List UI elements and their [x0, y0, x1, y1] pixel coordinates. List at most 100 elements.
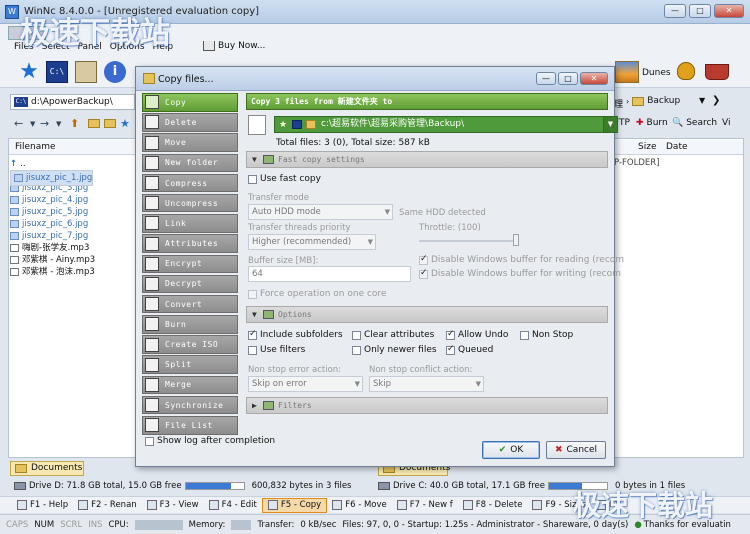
clipboard-icon[interactable]: [75, 61, 97, 83]
threads-select[interactable]: Higher (recommended) ▼: [248, 234, 376, 250]
file-row[interactable]: 嗨剧-张学友.mp3: [10, 242, 135, 254]
allow-undo-checkbox[interactable]: Allow Undo: [446, 329, 508, 340]
column-size[interactable]: Size: [638, 140, 656, 154]
fkey-button[interactable]: F5 - Copy: [261, 497, 328, 513]
file-row[interactable]: 邓紫棋 - Ainy.mp3: [10, 254, 135, 266]
view-button[interactable]: Vi: [722, 118, 730, 128]
queued-checkbox[interactable]: Queued: [446, 344, 493, 355]
close-button[interactable]: ✕: [714, 4, 744, 18]
back-dropdown-icon[interactable]: ▼: [30, 120, 35, 128]
fkey-button[interactable]: F2 - Renan: [73, 498, 142, 513]
bug-report-icon[interactable]: [677, 62, 695, 80]
operation-compress[interactable]: Compress: [142, 173, 238, 193]
shop-basket-icon[interactable]: [705, 64, 729, 80]
operation-attributes[interactable]: Attributes: [142, 234, 238, 253]
fkey-button[interactable]: F4 - Edit: [204, 498, 262, 513]
operation-copy[interactable]: Copy: [142, 93, 238, 112]
non-stop-conflict-select[interactable]: Skip ▼: [369, 376, 484, 392]
column-filename[interactable]: Filename: [9, 140, 135, 155]
minimize-button[interactable]: —: [664, 4, 686, 18]
file-row[interactable]: jisuxz_pic_1.jpg: [10, 170, 94, 186]
include-subfolders-checkbox[interactable]: Include subfolders: [248, 329, 343, 340]
path-forward-icon[interactable]: ❯: [712, 95, 720, 106]
only-newer-checkbox[interactable]: Only newer files: [352, 345, 437, 355]
operation-encrypt[interactable]: Encrypt: [142, 254, 238, 273]
cancel-button[interactable]: ✖ Cancel: [546, 441, 606, 459]
force-one-core-checkbox[interactable]: Force operation on one core: [248, 289, 386, 299]
operation-burn[interactable]: Burn: [142, 315, 238, 334]
right-file-pane[interactable]: [610, 138, 744, 458]
operation-label: Decrypt: [165, 279, 203, 289]
maximize-button[interactable]: □: [689, 4, 711, 18]
home-folder-icon[interactable]: [104, 119, 116, 128]
show-log-label: Show log after completion: [157, 436, 276, 446]
favorites-star-icon[interactable]: ★: [18, 61, 40, 83]
file-row[interactable]: ↑..: [10, 158, 135, 170]
operation-synchronize[interactable]: Synchronize: [142, 395, 238, 415]
dialog-minimize-button[interactable]: —: [536, 72, 556, 85]
dunes-theme-icon[interactable]: [615, 61, 639, 83]
fkey-button[interactable]: F1 - Help: [12, 498, 73, 513]
disable-write-buffer-checkbox[interactable]: Disable Windows buffer for writing (reco…: [419, 268, 621, 279]
path-dropdown-icon[interactable]: ▼: [699, 96, 705, 105]
operation-new-folder[interactable]: New folder: [142, 153, 238, 173]
use-filters-checkbox[interactable]: Use filters: [248, 345, 305, 355]
up-folder-icon[interactable]: ⬆: [70, 117, 79, 130]
operation-convert[interactable]: Convert: [142, 294, 238, 314]
fast-copy-section-header[interactable]: ▼ Fast copy settings: [246, 151, 608, 168]
options-section-header[interactable]: ▼ Options: [246, 306, 608, 323]
throttle-slider-handle[interactable]: [513, 234, 519, 246]
info-icon[interactable]: i: [104, 61, 126, 83]
operation-create-iso[interactable]: Create ISO: [142, 335, 238, 354]
left-documents-tab[interactable]: Documents: [10, 461, 84, 476]
file-row[interactable]: jisuxz_pic_5.jpg: [10, 206, 135, 218]
forward-dropdown-icon[interactable]: ▼: [56, 120, 61, 128]
destination-combo[interactable]: ★ c:\超易软件\超易采购管理\Backup\ ▼: [274, 116, 618, 133]
file-row[interactable]: jisuxz_pic_7.jpg: [10, 230, 135, 242]
fkey-button[interactable]: F7 - New f: [392, 498, 458, 513]
cmd-icon[interactable]: [292, 120, 302, 129]
operation-split[interactable]: Split: [142, 355, 238, 374]
operation-decrypt[interactable]: Decrypt: [142, 274, 238, 294]
transfer-mode-select[interactable]: Auto HDD mode ▼: [248, 204, 393, 220]
file-row[interactable]: jisuxz_pic_6.jpg: [10, 218, 135, 230]
fkey-button[interactable]: F3 - View: [142, 498, 204, 513]
non-stop-checkbox[interactable]: Non Stop: [520, 330, 573, 340]
disable-read-buffer-checkbox[interactable]: Disable Windows buffer for reading (reco…: [419, 254, 624, 265]
filters-section-header[interactable]: ▶ Filters: [246, 397, 608, 414]
operation-uncompress[interactable]: Uncompress: [142, 193, 238, 213]
fkey-button[interactable]: F8 - Delete: [458, 498, 528, 513]
operation-link[interactable]: Link: [142, 214, 238, 233]
command-prompt-icon[interactable]: C:\: [46, 61, 68, 83]
buffer-size-input[interactable]: 64: [248, 266, 411, 282]
folder-tree-icon[interactable]: [88, 119, 100, 128]
column-date[interactable]: Date: [666, 140, 688, 154]
right-path-folder[interactable]: › Backup: [626, 96, 680, 106]
operation-file-list[interactable]: File List: [142, 416, 238, 435]
operation-move[interactable]: Move: [142, 133, 238, 152]
non-stop-error-select[interactable]: Skip on error ▼: [248, 376, 363, 392]
show-log-checkbox[interactable]: Show log after completion: [145, 436, 275, 446]
clear-attributes-checkbox[interactable]: Clear attributes: [352, 330, 434, 340]
search-button[interactable]: 🔍 Search: [672, 118, 717, 128]
forward-arrow-icon[interactable]: →: [40, 117, 49, 130]
use-fast-copy-checkbox[interactable]: Use fast copy: [248, 174, 321, 184]
dialog-close-button[interactable]: ✕: [580, 72, 608, 85]
browse-folder-icon[interactable]: [306, 120, 316, 129]
buy-now-link[interactable]: Buy Now...: [203, 41, 265, 51]
nav-star-icon[interactable]: ★: [120, 117, 130, 130]
back-arrow-icon[interactable]: ←: [14, 117, 23, 130]
file-row[interactable]: 邓紫棋 - 泡沫.mp3: [10, 266, 135, 278]
file-row[interactable]: jisuxz_pic_4.jpg: [10, 194, 135, 206]
left-path-box[interactable]: C:\ d:\ApowerBackup\: [10, 94, 135, 110]
dialog-maximize-button[interactable]: □: [558, 72, 578, 85]
burn-button[interactable]: ✚ Burn: [636, 118, 668, 128]
destination-dropdown-icon[interactable]: ▼: [603, 117, 617, 132]
operation-delete[interactable]: Delete: [142, 113, 238, 132]
file-list[interactable]: ↑..jisuxz_pic_1.jpgjisuxz_pic_2.jpgjisux…: [10, 158, 135, 278]
fkey-button[interactable]: F6 - Move: [327, 498, 392, 513]
operation-merge[interactable]: Merge: [142, 375, 238, 395]
favorite-star-icon[interactable]: ★: [279, 118, 289, 130]
ok-button[interactable]: ✔ OK: [482, 441, 540, 459]
window-controls: — □ ✕: [664, 4, 744, 18]
